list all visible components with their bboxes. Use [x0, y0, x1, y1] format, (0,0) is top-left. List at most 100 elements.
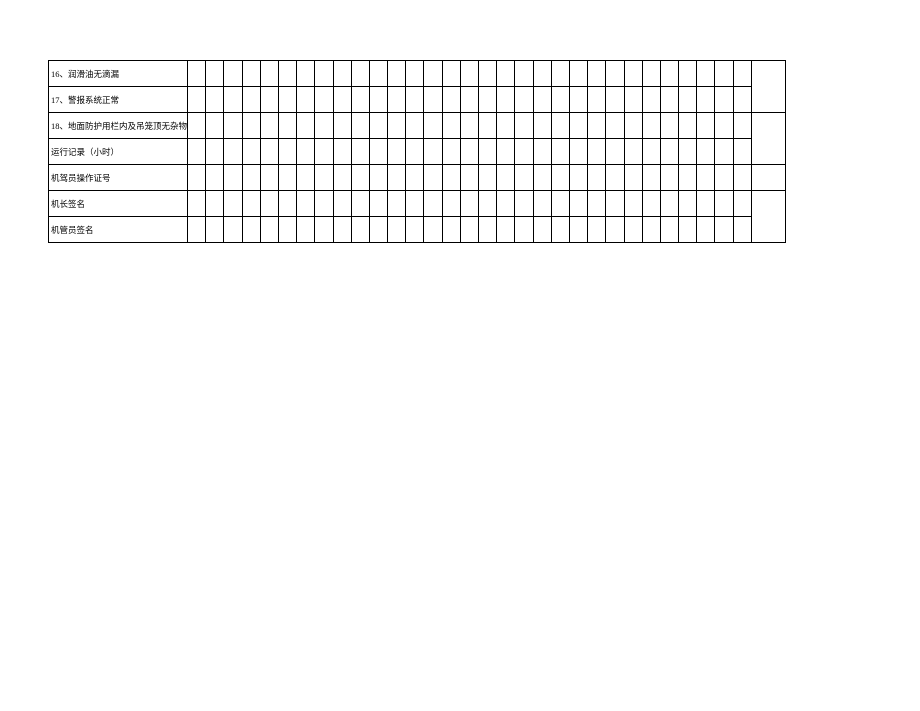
cell: [188, 217, 206, 243]
cell: [188, 113, 206, 139]
cell: [442, 61, 460, 87]
cell: [715, 61, 733, 87]
cell: [388, 87, 406, 113]
cell: [351, 113, 369, 139]
cell: [569, 61, 587, 87]
cell: [278, 165, 296, 191]
cell: [660, 61, 678, 87]
cell: [315, 87, 333, 113]
cell: [515, 113, 533, 139]
cell: [315, 61, 333, 87]
cell: [588, 87, 606, 113]
cell: [424, 191, 442, 217]
cell: [369, 139, 387, 165]
cell: [460, 87, 478, 113]
cell: [497, 113, 515, 139]
cell: [406, 87, 424, 113]
cell: [424, 217, 442, 243]
cell: [242, 139, 260, 165]
cell: [260, 165, 278, 191]
cell: [588, 139, 606, 165]
cell: [679, 113, 697, 139]
cell: [278, 113, 296, 139]
cell: [515, 87, 533, 113]
cell: [569, 217, 587, 243]
cell: [206, 191, 224, 217]
cell: [242, 217, 260, 243]
cell: [297, 113, 315, 139]
cell: [406, 217, 424, 243]
cell: [278, 61, 296, 87]
cell: [369, 113, 387, 139]
cell: [733, 61, 751, 87]
cell: [388, 113, 406, 139]
cell: [715, 113, 733, 139]
cell: [624, 165, 642, 191]
row-label: 运行记录（小时）: [49, 139, 188, 165]
cell: [206, 217, 224, 243]
cell: [442, 139, 460, 165]
row-label: 机长签名: [49, 191, 188, 217]
cell: [424, 139, 442, 165]
cell: [460, 139, 478, 165]
cell: [697, 113, 715, 139]
row-label: 18、地面防护用栏内及吊笼顶无杂物: [49, 113, 188, 139]
cell: [551, 217, 569, 243]
cell: [569, 165, 587, 191]
cell: [569, 113, 587, 139]
cell: [660, 217, 678, 243]
cell: [369, 61, 387, 87]
cell: [497, 139, 515, 165]
cell: [606, 113, 624, 139]
cell: [660, 191, 678, 217]
row-label: 17、警报系统正常: [49, 87, 188, 113]
cell: [606, 61, 624, 87]
cell: [588, 61, 606, 87]
extra-cell: [751, 61, 785, 113]
cell: [242, 61, 260, 87]
cell: [497, 61, 515, 87]
cell: [679, 139, 697, 165]
cell: [551, 191, 569, 217]
table-row: 机驾员操作证号: [49, 165, 786, 191]
extra-cell: [751, 165, 785, 191]
cell: [242, 87, 260, 113]
cell: [515, 217, 533, 243]
cell: [460, 217, 478, 243]
cell: [297, 165, 315, 191]
cell: [242, 113, 260, 139]
cell: [533, 217, 551, 243]
cell: [242, 191, 260, 217]
cell: [660, 113, 678, 139]
cell: [606, 165, 624, 191]
table-row: 16、润滑油无滴漏: [49, 61, 786, 87]
cell: [351, 87, 369, 113]
cell: [351, 165, 369, 191]
cell: [297, 139, 315, 165]
cell: [642, 61, 660, 87]
cell: [733, 113, 751, 139]
cell: [388, 191, 406, 217]
cell: [660, 165, 678, 191]
cell: [424, 61, 442, 87]
cell: [224, 87, 242, 113]
cell: [497, 165, 515, 191]
cell: [406, 61, 424, 87]
cell: [533, 113, 551, 139]
cell: [278, 139, 296, 165]
cell: [278, 87, 296, 113]
inspection-table-wrapper: 16、润滑油无滴漏: [48, 60, 920, 243]
cell: [315, 217, 333, 243]
cell: [424, 87, 442, 113]
cell: [606, 139, 624, 165]
cell: [479, 191, 497, 217]
cell: [588, 165, 606, 191]
cell: [660, 139, 678, 165]
cell: [533, 165, 551, 191]
cell: [224, 165, 242, 191]
cell: [442, 191, 460, 217]
table-row: 17、警报系统正常: [49, 87, 786, 113]
cell: [260, 191, 278, 217]
cell: [606, 217, 624, 243]
cell: [642, 139, 660, 165]
